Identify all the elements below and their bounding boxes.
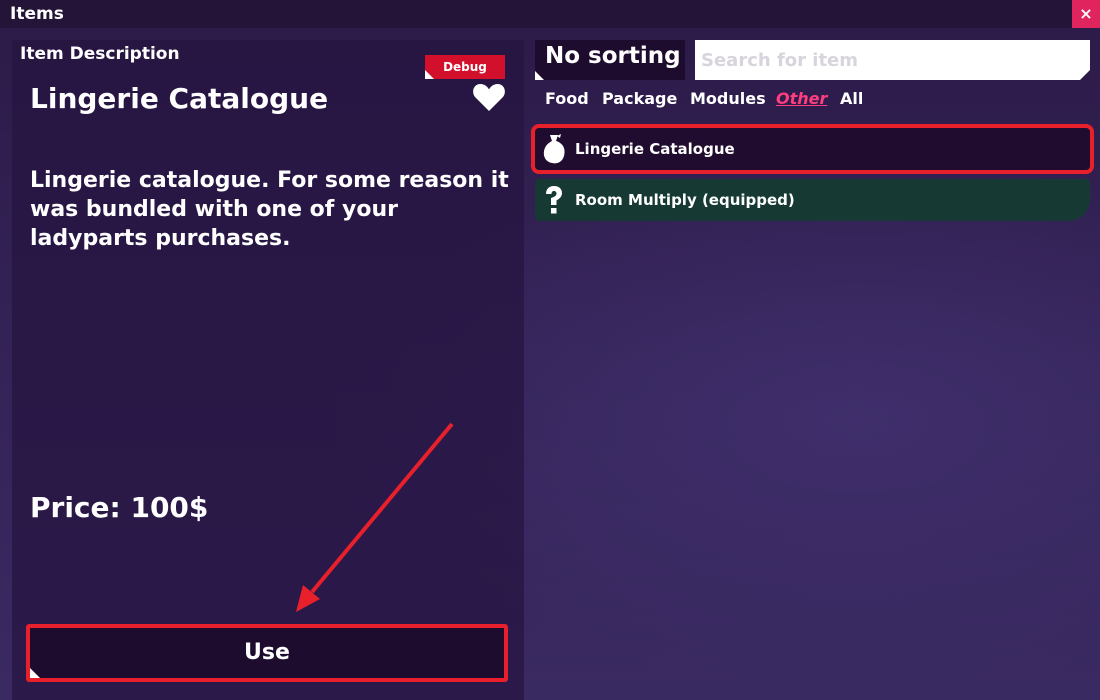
use-button-label: Use <box>244 640 290 665</box>
title-bar: Items × <box>0 0 1100 28</box>
sorting-button[interactable]: No sorting <box>535 40 685 80</box>
close-icon: × <box>1079 4 1093 23</box>
question-mark-icon <box>546 186 562 214</box>
list-item-room-multiply[interactable]: Room Multiply (equipped) <box>535 179 1090 221</box>
window-title: Items <box>10 4 64 24</box>
corner-decoration <box>1080 70 1090 80</box>
pouch-icon <box>543 134 565 164</box>
list-item-label: Room Multiply (equipped) <box>575 191 795 209</box>
corner-decoration <box>535 71 544 80</box>
panel-header: Item Description <box>20 44 180 64</box>
corner-decoration <box>425 70 434 79</box>
sorting-label: No sorting <box>545 43 681 69</box>
item-description-text: Lingerie catalogue. For some reason it w… <box>30 168 509 251</box>
item-price: Price: 100$ <box>30 491 209 524</box>
filter-other[interactable]: Other <box>776 89 827 108</box>
list-item-lingerie-catalogue[interactable]: Lingerie Catalogue <box>535 128 1090 170</box>
item-title: Lingerie Catalogue <box>30 82 329 115</box>
close-button[interactable]: × <box>1072 0 1100 28</box>
corner-decoration <box>30 668 40 678</box>
list-item-label: Lingerie Catalogue <box>575 140 735 158</box>
item-description-panel: Item Description Debug Lingerie Catalogu… <box>12 40 524 700</box>
filter-all[interactable]: All <box>840 89 863 108</box>
heart-icon[interactable] <box>472 82 506 112</box>
debug-badge-label: Debug <box>443 60 487 74</box>
search-input[interactable] <box>695 40 1090 80</box>
filter-food[interactable]: Food <box>545 89 589 108</box>
use-button[interactable]: Use <box>26 624 508 682</box>
filter-modules[interactable]: Modules <box>690 89 766 108</box>
debug-badge[interactable]: Debug <box>425 55 505 79</box>
filter-package[interactable]: Package <box>602 89 677 108</box>
